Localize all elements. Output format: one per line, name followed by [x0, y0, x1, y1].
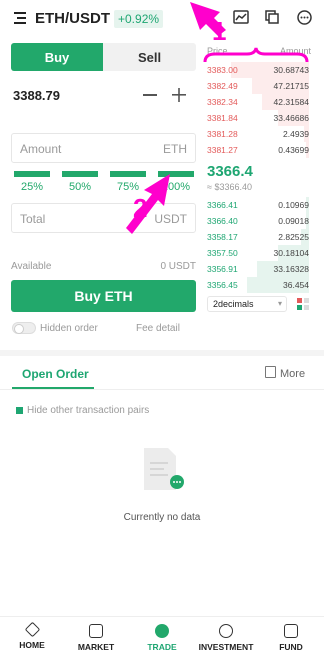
annotation-number-1: 1 — [212, 16, 227, 46]
annotation-arrow-1 — [180, 0, 240, 36]
ask-amount: 33.46686 — [273, 113, 309, 123]
ask-amount: 0.43699 — [278, 145, 309, 155]
bid-row[interactable]: 3366.41 0.10969 — [205, 197, 309, 213]
available-label: Available — [11, 261, 52, 272]
bid-row[interactable]: 3356.45 36.454 — [205, 277, 309, 293]
bid-price: 3357.50 — [207, 248, 238, 258]
market-chart-icon — [89, 624, 103, 638]
bid-price: 3356.91 — [207, 264, 238, 274]
nav-label: MARKET — [77, 642, 115, 652]
ask-amount: 42.31584 — [273, 97, 309, 107]
ask-amount: 30.68743 — [273, 65, 309, 75]
nav-market[interactable]: MARKET — [64, 624, 128, 652]
list-icon — [265, 366, 276, 378]
bid-row[interactable]: 3357.50 30.18104 — [205, 245, 309, 261]
trade-icon — [155, 624, 169, 638]
copy-icon[interactable] — [265, 10, 279, 29]
bid-price: 3358.17 — [207, 232, 238, 242]
bid-price: 3366.41 — [207, 200, 238, 210]
tab-sell[interactable]: Sell — [103, 43, 196, 71]
amount-unit: ETH — [163, 142, 187, 156]
ask-price: 3382.34 — [207, 97, 238, 107]
nav-label: FUND — [279, 642, 303, 652]
nav-label: TRADE — [147, 642, 177, 652]
ask-amount: 47.21715 — [273, 81, 309, 91]
decimals-select[interactable]: 2decimals ▾ — [207, 296, 287, 312]
pair-title[interactable]: ETH/USDT — [35, 10, 110, 27]
more-label: More — [280, 368, 306, 380]
last-price: 3366.4 — [207, 163, 253, 180]
annotation-arrow-2 — [124, 172, 176, 238]
bid-row[interactable]: 3358.17 2.82525 — [205, 229, 309, 245]
nav-home[interactable]: HOME — [0, 621, 64, 650]
more-link[interactable]: More — [265, 366, 305, 380]
fee-detail-link[interactable]: Fee detail — [136, 323, 180, 334]
bid-row[interactable]: 3356.91 33.16328 — [205, 261, 309, 277]
decimals-value: 2decimals — [213, 299, 254, 309]
ask-amount: 2.4939 — [283, 129, 309, 139]
price-input[interactable]: 3388.79 — [11, 82, 196, 108]
tab-open-order[interactable]: Open Order — [22, 367, 89, 381]
ask-price: 3383.00 — [207, 65, 238, 75]
more-icon[interactable] — [297, 10, 312, 30]
percent-label: 25% — [20, 181, 44, 193]
minus-icon[interactable] — [143, 94, 157, 96]
ask-price: 3381.28 — [207, 129, 238, 139]
amount-placeholder: Amount — [20, 142, 62, 156]
ask-row[interactable]: 3382.34 42.31584 — [205, 94, 309, 110]
hidden-order-label: Hidden order — [40, 323, 98, 334]
bid-amount: 2.82525 — [278, 232, 309, 242]
bid-amount: 30.18104 — [273, 248, 309, 258]
amount-input[interactable]: Amount ETH — [11, 133, 196, 163]
last-price-usd: ≈ $3366.40 — [207, 182, 252, 192]
bottom-nav-divider — [0, 616, 324, 617]
ask-row[interactable]: 3381.27 0.43699 — [205, 142, 309, 158]
section-divider — [0, 350, 324, 356]
price-value: 3388.79 — [13, 88, 60, 103]
hide-pairs-label: Hide other transaction pairs — [27, 405, 150, 416]
ask-row[interactable]: 3381.28 2.4939 — [205, 126, 309, 142]
ask-row[interactable]: 3381.84 33.46686 — [205, 110, 309, 126]
ask-price: 3381.27 — [207, 145, 238, 155]
empty-document-icon — [142, 446, 184, 492]
available-value: 0 USDT — [160, 261, 196, 272]
tab-buy[interactable]: Buy — [11, 43, 103, 71]
bid-amount: 36.454 — [283, 280, 309, 290]
nav-label: HOME — [19, 640, 45, 650]
nav-trade[interactable]: TRADE — [130, 624, 194, 652]
menu-icon[interactable] — [14, 11, 28, 25]
hide-pairs-checkbox[interactable] — [16, 407, 23, 414]
ask-row[interactable]: 3382.49 47.21715 — [205, 78, 309, 94]
ask-price: 3382.49 — [207, 81, 238, 91]
nav-investment[interactable]: INVESTMENT — [194, 624, 258, 652]
ask-price: 3381.84 — [207, 113, 238, 123]
bid-price: 3356.45 — [207, 280, 238, 290]
divider — [0, 389, 324, 390]
buy-eth-button[interactable]: Buy ETH — [11, 280, 196, 312]
hidden-order-toggle[interactable] — [12, 322, 36, 334]
total-placeholder: Total — [20, 212, 46, 226]
empty-state-text: Currently no data — [123, 512, 201, 523]
depth-toggle-icon[interactable] — [297, 297, 309, 310]
bid-amount: 0.09018 — [278, 216, 309, 226]
chevron-down-icon: ▾ — [277, 299, 282, 308]
change-badge: +0.92% — [114, 10, 164, 28]
nav-label: INVESTMENT — [198, 642, 254, 652]
bid-price: 3366.40 — [207, 216, 238, 226]
nav-fund[interactable]: FUND — [259, 624, 323, 652]
percent-label: 50% — [68, 181, 92, 193]
bid-amount: 33.16328 — [273, 264, 309, 274]
home-icon — [24, 621, 40, 638]
percent-25[interactable]: 25% — [14, 171, 50, 193]
wallet-icon — [284, 624, 298, 638]
percent-50[interactable]: 50% — [62, 171, 98, 193]
bid-amount: 0.10969 — [278, 200, 309, 210]
plus-icon[interactable] — [172, 88, 186, 102]
bid-row[interactable]: 3366.40 0.09018 — [205, 213, 309, 229]
investment-bag-icon — [219, 624, 233, 638]
annotation-brace-1 — [203, 46, 309, 66]
